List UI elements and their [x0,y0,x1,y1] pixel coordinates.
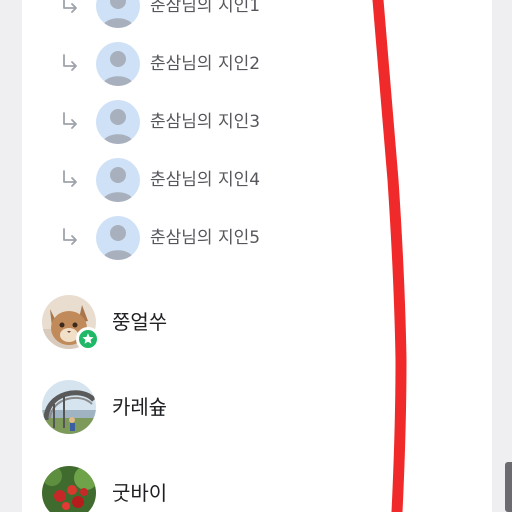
default-avatar-icon [96,216,140,260]
default-avatar-icon [96,158,140,202]
default-avatar-icon [96,0,140,28]
friend-name: 굿바이 [112,481,168,505]
avatar[interactable] [42,380,96,434]
sub-friend-row[interactable]: 춘삼님의 지인3 [22,94,492,152]
friend-row[interactable]: 굿바이 [22,464,492,512]
sub-friend-name: 춘삼님의 지인4 [150,170,261,190]
sub-friend-name: 춘삼님의 지인1 [150,0,261,16]
sub-friend-row[interactable]: 춘삼님의 지인1 [22,0,492,36]
scrollbar-thumb[interactable] [505,462,512,512]
sub-item-arrow-icon [63,0,77,13]
friend-name: 쭝얼쑤 [112,310,168,334]
sub-item-arrow-icon [63,112,77,129]
sub-friend-row[interactable]: 춘삼님의 지인5 [22,210,492,268]
sub-item-arrow-icon [63,228,77,245]
sub-item-arrow-icon [63,54,77,71]
default-avatar-icon [96,100,140,144]
sub-friend-name: 춘삼님의 지인5 [150,228,261,248]
friend-row[interactable]: 쭝얼쑤 [22,293,492,353]
friend-list: 춘삼님의 지인1 춘삼님의 지인2 춘삼님의 지인3 춘삼님의 지인4 춘삼님의… [22,0,492,512]
avatar[interactable] [42,466,96,512]
friend-row[interactable]: 카레슢 [22,378,492,438]
sub-friend-row[interactable]: 춘삼님의 지인4 [22,152,492,210]
friend-name: 카레슢 [112,395,168,419]
sub-friend-row[interactable]: 춘삼님의 지인2 [22,36,492,94]
sub-item-arrow-icon [63,170,77,187]
default-avatar-icon [96,42,140,86]
favorite-star-icon [76,327,100,351]
sub-friend-name: 춘삼님의 지인3 [150,112,261,132]
sub-friend-name: 춘삼님의 지인2 [150,54,261,74]
